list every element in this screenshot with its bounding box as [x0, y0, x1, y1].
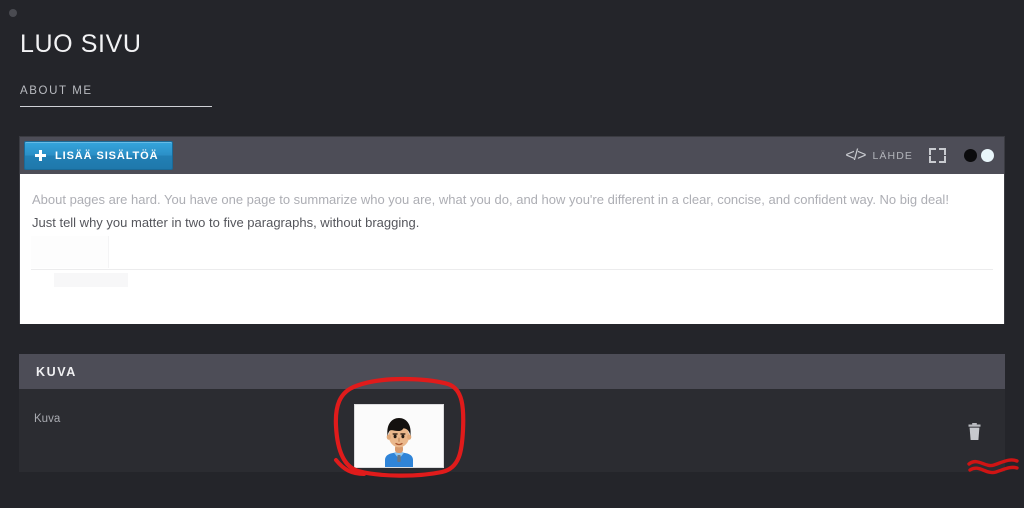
light-mode-dot[interactable]: [981, 149, 994, 162]
editor-toolbar: LISÄÄ SISÄLTÖÄ </> LÄHDE: [20, 137, 1004, 174]
editor-toolbar-right: </> LÄHDE: [845, 147, 994, 165]
page-title: LUO SIVU: [20, 30, 142, 58]
dark-mode-dot[interactable]: [964, 149, 977, 162]
image-panel: KUVA Kuva: [19, 354, 1005, 472]
avatar-illustration: [385, 418, 413, 467]
add-content-label: LISÄÄ SISÄLTÖÄ: [55, 149, 159, 162]
tab-active-underline: [20, 106, 212, 107]
editor-paragraph-2: Just tell why you matter in two to five …: [32, 215, 420, 230]
image-field-label: Kuva: [34, 413, 61, 425]
source-label: LÄHDE: [872, 149, 913, 162]
content-editor-card: LISÄÄ SISÄLTÖÄ </> LÄHDE About pages are…: [19, 136, 1005, 324]
image-panel-title: KUVA: [36, 364, 77, 379]
avatar-thumbnail[interactable]: [354, 404, 444, 468]
status-dot: [9, 9, 17, 17]
image-panel-body: Kuva: [19, 389, 1005, 472]
fullscreen-icon[interactable]: [929, 148, 946, 163]
trash-icon[interactable]: [967, 423, 982, 441]
plus-icon: [35, 150, 46, 161]
image-panel-header: KUVA: [19, 354, 1005, 389]
theme-toggle-group: [964, 149, 994, 162]
source-view-button[interactable]: </> LÄHDE: [845, 147, 913, 165]
editor-paragraph-1: About pages are hard. You have one page …: [32, 192, 949, 207]
tab-bar: ABOUT ME: [20, 85, 212, 107]
editor-content-area[interactable]: About pages are hard. You have one page …: [20, 174, 1004, 324]
code-brackets-icon: </>: [845, 146, 866, 164]
add-content-button[interactable]: LISÄÄ SISÄLTÖÄ: [24, 141, 174, 170]
editor-divider-line: [31, 269, 993, 270]
editor-placeholder-block: [31, 236, 109, 268]
editor-placeholder-block-secondary: [54, 273, 128, 287]
tab-about-me[interactable]: ABOUT ME: [20, 85, 212, 106]
app-window: LUO SIVU ABOUT ME LISÄÄ SISÄLTÖÄ </> LÄH…: [0, 0, 1024, 508]
